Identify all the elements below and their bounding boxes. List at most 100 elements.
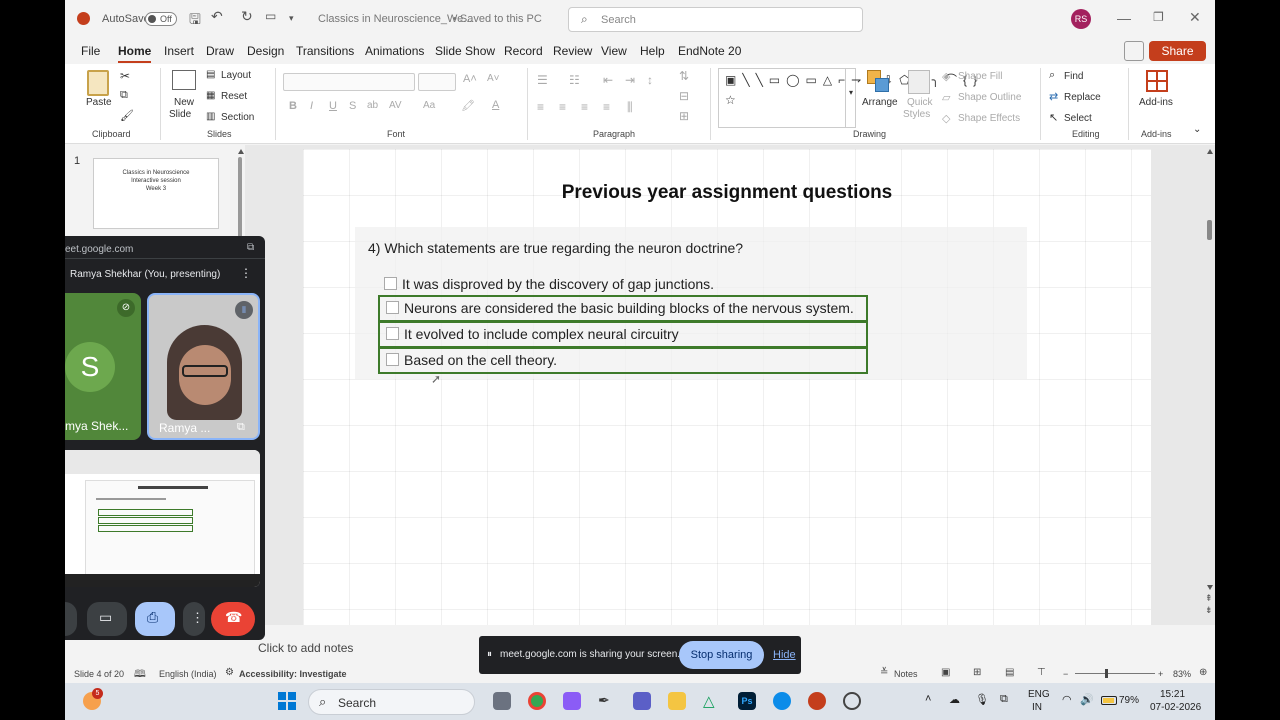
microphone-icon[interactable]: 🎙 — [975, 693, 989, 706]
section-button[interactable]: Section — [221, 112, 254, 123]
highlight-icon[interactable]: 🖍 — [461, 99, 475, 112]
photoshop-icon[interactable]: Ps — [738, 692, 756, 710]
user-avatar[interactable]: RS — [1071, 9, 1091, 29]
spacing-icon[interactable]: AV — [389, 100, 402, 111]
tray-expand-icon[interactable]: ˄ — [925, 693, 931, 705]
option-2[interactable]: Neurons are considered the basic buildin… — [378, 295, 868, 322]
zoom-level[interactable]: 83% — [1173, 669, 1191, 679]
next-slide-icon[interactable]: ⇟ — [1205, 605, 1213, 616]
tab-transitions[interactable]: Transitions — [296, 44, 354, 58]
camera-button[interactable]: ▭ — [87, 602, 127, 636]
zoom-out-icon[interactable]: − — [1063, 669, 1068, 679]
present-button[interactable]: ⎙ — [135, 602, 175, 636]
file-explorer-icon[interactable] — [668, 692, 686, 710]
italic-icon[interactable]: I — [310, 100, 313, 112]
bullets-icon[interactable]: ☰ — [537, 73, 548, 87]
slide-canvas[interactable]: Previous year assignment questions 4) Wh… — [303, 149, 1151, 626]
search-input[interactable]: ⌕ Search — [568, 7, 863, 32]
slide-count[interactable]: Slide 4 of 20 — [74, 669, 124, 679]
shrink-font-icon[interactable]: A˅ — [487, 73, 500, 84]
quick-styles-icon[interactable] — [908, 70, 930, 94]
change-case-icon[interactable]: Aa — [423, 100, 435, 111]
align-left-icon[interactable]: ≡ — [537, 100, 544, 114]
font-color-icon[interactable]: A — [492, 99, 499, 111]
widgets-icon[interactable]: 5 — [83, 688, 103, 710]
share-button[interactable]: Share — [1149, 41, 1206, 61]
settings-icon[interactable] — [843, 692, 861, 710]
tab-record[interactable]: Record — [504, 44, 543, 58]
tab-file[interactable]: File — [81, 44, 100, 58]
pin-icon[interactable]: ⧉ — [237, 421, 245, 434]
underline-icon[interactable]: U — [329, 100, 337, 112]
language-status[interactable]: English (India) — [159, 669, 217, 679]
notes-placeholder[interactable]: Click to add notes — [258, 641, 353, 655]
arrange-icon[interactable] — [867, 70, 891, 94]
paste-button[interactable]: Paste — [86, 97, 112, 108]
spelling-icon[interactable]: 🕮 — [134, 667, 146, 684]
align-text-icon[interactable]: ⊟ — [679, 89, 689, 103]
checkbox-icon[interactable] — [384, 277, 397, 290]
collapse-ribbon-icon[interactable]: ⌄ — [1193, 124, 1201, 135]
replace-button[interactable]: Replace — [1064, 92, 1101, 103]
self-video-tile[interactable]: ⦀ Ramya ... ⧉ — [147, 293, 260, 440]
shape-outline-button[interactable]: Shape Outline — [958, 92, 1021, 103]
tab-design[interactable]: Design — [247, 44, 284, 58]
font-family-select[interactable] — [283, 73, 415, 91]
presentation-preview[interactable] — [65, 450, 260, 587]
edge-icon[interactable] — [773, 692, 791, 710]
more-button[interactable]: ⋮ — [183, 602, 205, 636]
wifi-icon[interactable]: ◠ — [1062, 693, 1072, 706]
question-text[interactable]: 4) Which statements are true regarding t… — [368, 240, 743, 256]
powerpoint-icon[interactable] — [808, 692, 826, 710]
align-right-icon[interactable]: ≡ — [581, 100, 588, 114]
maximize-icon[interactable]: ❐ — [1153, 10, 1164, 24]
numbering-icon[interactable]: ☷ — [569, 73, 580, 87]
zoom-slider[interactable] — [1075, 669, 1155, 678]
tab-slide-show[interactable]: Slide Show — [435, 44, 495, 58]
start-icon[interactable] — [278, 692, 296, 710]
onedrive-icon[interactable]: ☁ — [949, 693, 960, 706]
accessibility-status[interactable]: Accessibility: Investigate — [239, 669, 347, 679]
arrange-button[interactable]: Arrange — [862, 97, 898, 108]
new-slide-icon[interactable] — [172, 70, 196, 90]
cut-icon[interactable]: ✂ — [120, 69, 130, 83]
slide-thumbnail[interactable]: Classics in Neuroscience Interactive ses… — [93, 158, 219, 229]
task-view-icon[interactable] — [493, 692, 511, 710]
find-button[interactable]: Find — [1064, 71, 1083, 82]
tab-insert[interactable]: Insert — [164, 44, 194, 58]
layout-button[interactable]: Layout — [221, 70, 251, 81]
battery-icon[interactable] — [1101, 696, 1117, 705]
present-icon[interactable]: ▭ — [265, 9, 276, 23]
normal-view-icon[interactable]: ▣ — [941, 667, 950, 678]
smartart-icon[interactable]: ⊞ — [679, 109, 689, 123]
shapes-icon[interactable]: ▣╲╲▭◯▭△⌐⇁⇨⇩⬠↲╮⌒{}☆ — [725, 70, 977, 110]
font-size-select[interactable] — [418, 73, 456, 91]
drive-icon[interactable]: △ — [703, 692, 721, 710]
stop-sharing-button[interactable]: Stop sharing — [679, 641, 764, 669]
increase-indent-icon[interactable]: ⇥ — [625, 73, 635, 87]
paste-icon[interactable] — [87, 70, 109, 96]
format-painter-icon[interactable]: 🖌 — [120, 109, 134, 122]
autosave-toggle[interactable]: Off — [145, 12, 177, 26]
copilot-icon[interactable] — [563, 692, 581, 710]
slide-sorter-icon[interactable]: ⊞ — [973, 667, 981, 678]
fit-slide-icon[interactable]: ⊕ — [1199, 667, 1207, 678]
option-1[interactable]: It was disproved by the discovery of gap… — [378, 272, 714, 296]
slide-title[interactable]: Previous year assignment questions — [303, 182, 1151, 204]
align-center-icon[interactable]: ≡ — [559, 100, 566, 114]
save-icon[interactable]: 🖫 — [189, 9, 201, 33]
chrome-icon[interactable] — [528, 692, 546, 710]
meet-tray-icon[interactable]: ⧉ — [1000, 693, 1008, 706]
checkbox-icon[interactable] — [386, 301, 399, 314]
pip-expand-icon[interactable]: ⧉ — [247, 242, 254, 253]
slideshow-view-icon[interactable]: ⊤ — [1037, 667, 1046, 678]
tab-endnote[interactable]: EndNote 20 — [678, 44, 741, 58]
tab-help[interactable]: Help — [640, 44, 665, 58]
tab-draw[interactable]: Draw — [206, 44, 234, 58]
tab-home[interactable]: Home — [118, 44, 152, 63]
redo-icon[interactable]: ↻ — [241, 8, 253, 25]
justify-icon[interactable]: ≡ — [603, 100, 610, 114]
grow-font-icon[interactable]: A˄ — [463, 73, 477, 85]
volume-icon[interactable]: 🔊 — [1080, 693, 1094, 706]
shape-fill-button[interactable]: Shape Fill — [958, 71, 1002, 82]
